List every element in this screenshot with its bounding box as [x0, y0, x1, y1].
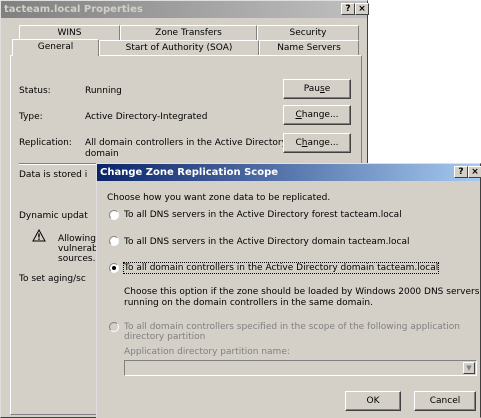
radio-forest[interactable]	[109, 210, 119, 220]
status-label: Status:	[19, 86, 51, 96]
pause-button[interactable]: Pause	[283, 79, 351, 99]
dynamic-updates-label: Dynamic updat	[19, 211, 88, 221]
radio-app-partition[interactable]	[109, 322, 119, 332]
tab-zone-transfers[interactable]: Zone Transfers	[120, 25, 257, 40]
warning-icon	[32, 228, 46, 242]
warning-line1: Allowing	[58, 234, 96, 244]
change-replication-button[interactable]: Change...	[283, 133, 351, 153]
help-button[interactable]: ?	[341, 3, 355, 15]
change-type-button[interactable]: Change...	[283, 105, 351, 125]
dialog-titlebar: Change Zone Replication Scope	[97, 164, 480, 181]
close-button[interactable]: ×	[355, 3, 369, 15]
ok-button[interactable]: OK	[345, 391, 401, 411]
dialog-close-button[interactable]: ×	[468, 166, 481, 178]
option-forest-label[interactable]: To all DNS servers in the Active Directo…	[124, 210, 402, 220]
option-app-partition-line1[interactable]: To all domain controllers specified in t…	[124, 322, 460, 332]
tab-general[interactable]: General	[12, 39, 99, 56]
option-domain-dns-label[interactable]: To all DNS servers in the Active Directo…	[124, 237, 409, 247]
warning-line2: vulnerab	[58, 244, 98, 254]
cancel-button[interactable]: Cancel	[414, 391, 476, 411]
chevron-down-icon[interactable]: ▼	[463, 362, 475, 374]
description-line1: Choose this option if the zone should be…	[124, 287, 480, 297]
replication-value-line2: domain	[85, 149, 119, 159]
option-domain-controllers-label[interactable]: To all domain controllers in the Active …	[122, 262, 440, 274]
aging-text: To set aging/sc	[19, 274, 86, 284]
replication-label: Replication:	[19, 138, 72, 148]
type-value: Active Directory-Integrated	[85, 112, 208, 122]
warning-line3: sources.	[58, 254, 96, 264]
dialog-title: Change Zone Replication Scope	[100, 167, 279, 178]
dialog-prompt: Choose how you want zone data to be repl…	[107, 193, 331, 203]
tab-wins[interactable]: WINS	[19, 25, 120, 40]
description-line2: running on the domain controllers in the…	[124, 298, 373, 308]
properties-titlebar: tacteam.local Properties	[1, 1, 367, 18]
option-app-partition-line2: directory partition	[124, 332, 206, 342]
radio-domain-dns[interactable]	[109, 236, 119, 246]
replication-value-line1: All domain controllers in the Active Dir…	[85, 138, 287, 148]
type-label: Type:	[19, 112, 43, 122]
tab-soa[interactable]: Start of Authority (SOA)	[99, 40, 259, 55]
properties-title: tacteam.local Properties	[4, 4, 143, 15]
tab-name-servers[interactable]: Name Servers	[259, 40, 359, 55]
dialog-help-button[interactable]: ?	[454, 166, 468, 178]
tab-security[interactable]: Security	[257, 25, 359, 40]
status-value: Running	[85, 86, 122, 96]
partition-name-combo[interactable]: ▼	[124, 360, 477, 376]
change-scope-dialog: Change Zone Replication Scope ? × Choose…	[96, 163, 481, 418]
data-stored-text: Data is stored i	[19, 170, 88, 180]
partition-name-label: Application directory partition name:	[124, 347, 290, 357]
radio-domain-controllers[interactable]	[109, 263, 119, 273]
